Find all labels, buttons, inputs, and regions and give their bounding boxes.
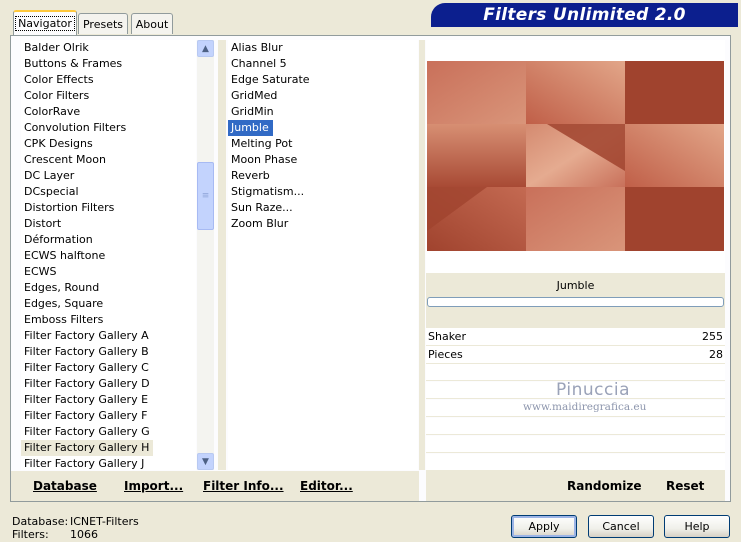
chevron-up-icon: ▲ xyxy=(202,43,209,54)
watermark-url: www.maidiregrafica.eu xyxy=(523,401,647,413)
category-item[interactable]: Déformation xyxy=(21,232,196,248)
status-filters-value: 1066 xyxy=(70,528,98,541)
category-item[interactable]: Buttons & Frames xyxy=(21,56,196,72)
category-item[interactable]: Edges, Round xyxy=(21,280,196,296)
panel-divider xyxy=(419,40,425,470)
category-item[interactable]: Filter Factory Gallery H xyxy=(21,440,154,456)
cancel-button-label: Cancel xyxy=(602,520,640,533)
category-item[interactable]: Distort xyxy=(21,216,196,232)
tab-navigator[interactable]: Navigator xyxy=(13,10,77,35)
status-filters-label: Filters: xyxy=(12,528,49,541)
randomize-button[interactable]: Randomize xyxy=(567,479,641,493)
filter-name-label: Jumble xyxy=(426,273,725,297)
param-row-empty xyxy=(426,418,725,435)
filter-item[interactable]: Reverb xyxy=(228,168,418,184)
category-scrollbar[interactable]: ▲ ≡ ▼ xyxy=(197,40,214,470)
chevron-down-icon: ▼ xyxy=(202,456,209,467)
slider-pieces-value: 28 xyxy=(709,348,723,361)
filter-item[interactable]: GridMed xyxy=(228,88,418,104)
filter-item[interactable]: Jumble xyxy=(228,120,273,136)
category-item[interactable]: Filter Factory Gallery C xyxy=(21,360,196,376)
reset-button[interactable]: Reset xyxy=(666,479,704,493)
tab-presets-label: Presets xyxy=(82,17,124,31)
status-database-value: ICNET-Filters xyxy=(70,515,139,528)
category-item[interactable]: Edges, Square xyxy=(21,296,196,312)
category-item[interactable]: Filter Factory Gallery D xyxy=(21,376,196,392)
scroll-thumb[interactable]: ≡ xyxy=(197,162,214,230)
app-title: Filters Unlimited 2.0 xyxy=(483,5,686,25)
filter-item[interactable]: Moon Phase xyxy=(228,152,418,168)
category-item[interactable]: Crescent Moon xyxy=(21,152,196,168)
watermark-name: Pinuccia xyxy=(556,380,630,400)
category-item[interactable]: DCspecial xyxy=(21,184,196,200)
progress-bar xyxy=(427,297,724,307)
grip-icon: ≡ xyxy=(201,191,210,201)
category-item[interactable]: Filter Factory Gallery F xyxy=(21,408,196,424)
filter-preview-image xyxy=(427,61,724,251)
category-item[interactable]: Color Filters xyxy=(21,88,196,104)
filter-info-button[interactable]: Filter Info... xyxy=(203,479,284,493)
category-item[interactable]: ColorRave xyxy=(21,104,196,120)
category-item[interactable]: Filter Factory Gallery B xyxy=(21,344,196,360)
filter-item[interactable]: Edge Saturate xyxy=(228,72,418,88)
category-item[interactable]: Filter Factory Gallery E xyxy=(21,392,196,408)
params-spacer xyxy=(426,310,725,328)
filter-item[interactable]: Channel 5 xyxy=(228,56,418,72)
category-item[interactable]: Filter Factory Gallery J xyxy=(21,456,196,470)
slider-shaker-label: Shaker xyxy=(428,330,466,343)
slider-shaker[interactable]: Shaker 255 xyxy=(426,328,725,346)
import-button[interactable]: Import... xyxy=(124,479,183,493)
help-button[interactable]: Help xyxy=(664,515,730,538)
category-item[interactable]: DC Layer xyxy=(21,168,196,184)
apply-button-label: Apply xyxy=(528,520,560,533)
slider-shaker-value: 255 xyxy=(702,330,723,343)
tab-about[interactable]: About xyxy=(131,13,173,34)
category-item[interactable]: Emboss Filters xyxy=(21,312,196,328)
tab-about-label: About xyxy=(135,17,169,31)
scroll-up-button[interactable]: ▲ xyxy=(197,40,214,57)
jumble-preview-graphic xyxy=(427,61,724,251)
category-item[interactable]: Balder Olrik xyxy=(21,40,196,56)
help-button-label: Help xyxy=(684,520,710,533)
filter-item[interactable]: Alias Blur xyxy=(228,40,418,56)
filter-item[interactable]: GridMin xyxy=(228,104,418,120)
category-item[interactable]: Distortion Filters xyxy=(21,200,196,216)
filter-item[interactable]: Zoom Blur xyxy=(228,216,418,232)
category-item[interactable]: ECWS halftone xyxy=(21,248,196,264)
filter-item[interactable]: Sun Raze... xyxy=(228,200,418,216)
apply-button[interactable]: Apply xyxy=(511,515,577,538)
param-row-empty xyxy=(426,364,725,381)
slider-pieces-label: Pieces xyxy=(428,348,463,361)
category-item[interactable]: CPK Designs xyxy=(21,136,196,152)
category-item[interactable]: ECWS xyxy=(21,264,196,280)
filter-list[interactable]: Alias Blur Channel 5 Edge Saturate GridMed G… xyxy=(228,40,418,470)
category-item[interactable]: Filter Factory Gallery A xyxy=(21,328,196,344)
category-list[interactable]: Balder Olrik Buttons & Frames Color Effect… xyxy=(21,40,196,470)
category-item[interactable]: Color Effects xyxy=(21,72,196,88)
filter-item[interactable]: Melting Pot xyxy=(228,136,418,152)
tab-presets[interactable]: Presets xyxy=(78,13,128,34)
cancel-button[interactable]: Cancel xyxy=(588,515,654,538)
param-row-empty xyxy=(426,436,725,453)
category-item[interactable]: Filter Factory Gallery G xyxy=(21,424,196,440)
app-title-banner: Filters Unlimited 2.0 xyxy=(431,3,738,27)
editor-button[interactable]: Editor... xyxy=(300,479,353,493)
slider-pieces[interactable]: Pieces 28 xyxy=(426,346,725,364)
filter-item[interactable]: Stigmatism... xyxy=(228,184,418,200)
list-divider xyxy=(218,40,226,470)
status-database-label: Database: xyxy=(12,515,69,528)
database-button[interactable]: Database xyxy=(33,479,97,493)
category-item[interactable]: Convolution Filters xyxy=(21,120,196,136)
param-row-empty xyxy=(426,454,725,471)
filter-name: Jumble xyxy=(556,278,595,292)
scroll-down-button[interactable]: ▼ xyxy=(197,453,214,470)
tab-navigator-label: Navigator xyxy=(15,16,75,31)
